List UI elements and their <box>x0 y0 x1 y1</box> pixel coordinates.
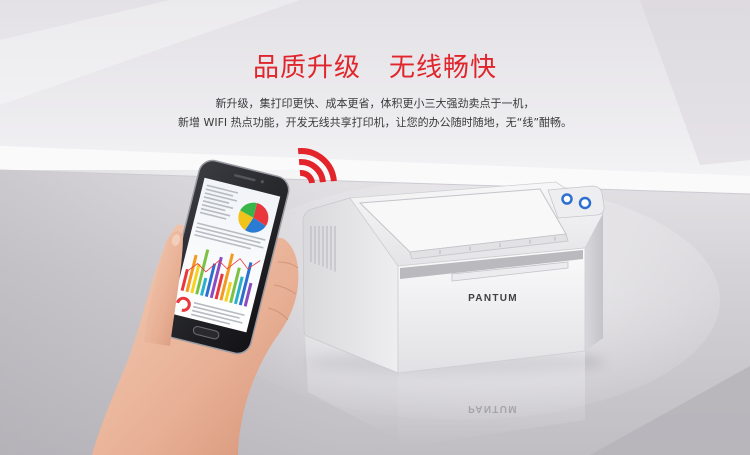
printer-control-button <box>561 193 573 205</box>
control-panel <box>547 185 605 219</box>
printer-brand-reflection: PANTUM <box>468 403 518 414</box>
headline-part-wireless: 无线畅快 <box>389 53 498 83</box>
product-banner: PANTUM PANTUM 品质升级 无线畅快 新升级，集打印更快、成本更省，体… <box>0 0 750 455</box>
description: 新升级，集打印更快、成本更省，体积更小三大强劲卖点于一机， 新增 WIFI 热点… <box>0 94 750 132</box>
description-line-2: 新增 WIFI 热点功能，开发无线共享打印机，让您的办公随时随地，无“线”酣畅。 <box>177 116 573 129</box>
printer: PANTUM PANTUM <box>302 181 605 448</box>
headline-part-quality: 品质升级 <box>252 53 361 83</box>
description-line-1: 新升级，集打印更快、成本更省，体积更小三大强劲卖点于一机， <box>215 97 535 110</box>
printer-control-button <box>578 196 592 210</box>
headline: 品质升级 无线畅快 <box>0 51 750 85</box>
printer-brand-label: PANTUM <box>468 293 518 304</box>
